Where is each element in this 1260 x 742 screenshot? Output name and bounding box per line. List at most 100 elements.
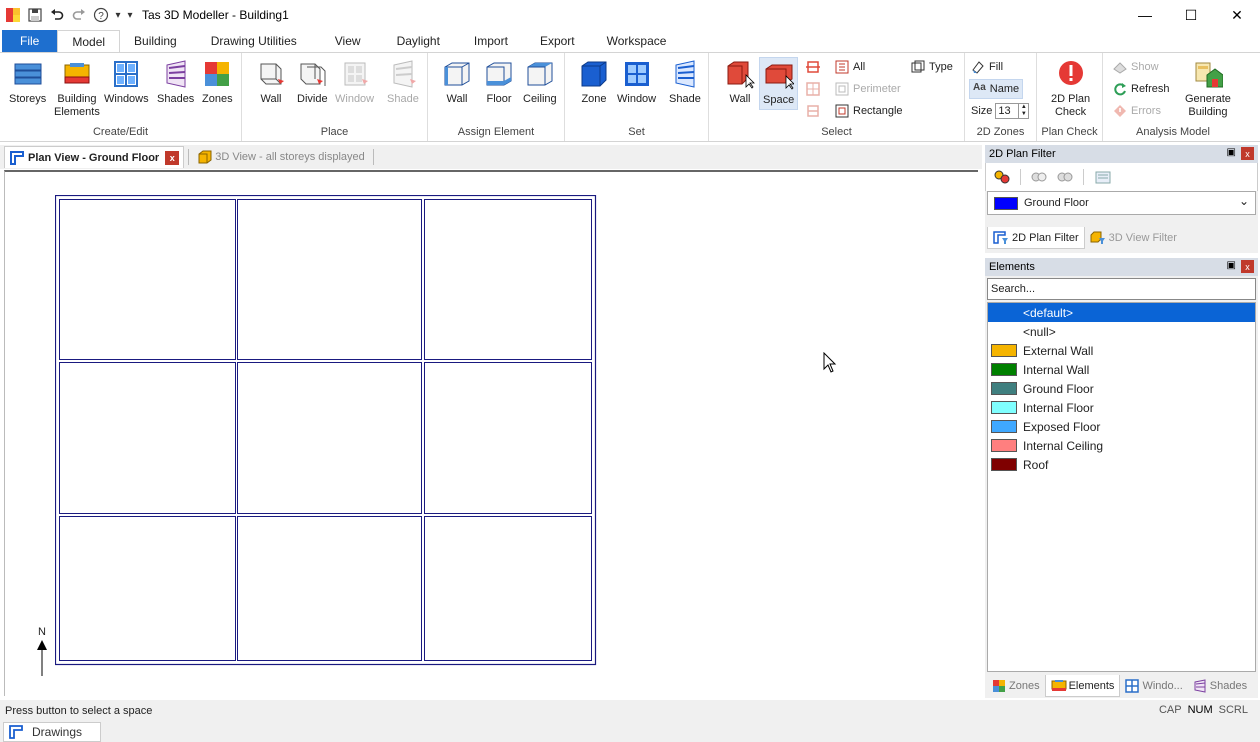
tab-2d-plan-filter[interactable]: 2D Plan Filter [987, 227, 1085, 249]
tab-export[interactable]: Export [524, 30, 591, 52]
list-item[interactable]: Roof [988, 455, 1255, 474]
select-space-button[interactable]: Space [759, 57, 799, 110]
set-zone-button[interactable]: Zone [579, 59, 609, 106]
status-bar: Press button to select a space CAP NUM S… [0, 700, 1260, 722]
tab-workspace[interactable]: Workspace [591, 30, 683, 52]
assign-floor-button[interactable]: Floor [484, 59, 514, 106]
select-perimeter-icon [835, 82, 849, 96]
filter-settings-icon[interactable] [1094, 169, 1112, 185]
pin-icon[interactable]: ▣ [1227, 260, 1236, 271]
window-taskbar: Drawings [0, 722, 1260, 742]
list-item[interactable]: Ground Floor [988, 379, 1255, 398]
app-icon[interactable] [4, 6, 22, 24]
zone-9[interactable] [424, 516, 592, 661]
assign-ceiling-button[interactable]: Ceiling [523, 59, 557, 106]
select-type-button[interactable]: Type [911, 57, 953, 77]
tab-model[interactable]: Model [57, 30, 121, 53]
tab-import[interactable]: Import [458, 30, 524, 52]
tab-3d-view[interactable]: 3D View - all storeys displayed [193, 146, 369, 168]
divide-button[interactable]: Divide [297, 59, 328, 106]
tab-3d-view-filter[interactable]: 3D View Filter [1085, 227, 1182, 249]
list-item[interactable]: Internal Floor [988, 398, 1255, 417]
drawings-button[interactable]: Drawings [3, 722, 102, 742]
size-input[interactable]: 13 [995, 103, 1020, 119]
tab-separator [188, 149, 190, 165]
tab-file[interactable]: File [2, 30, 58, 52]
size-control: Size 13 ▲ ▼ [971, 101, 1030, 121]
list-item[interactable]: Exposed Floor [988, 417, 1255, 436]
tab-zones[interactable]: Zones [987, 675, 1045, 697]
customize-qat-icon[interactable]: ▾ [126, 6, 134, 24]
place-window-button[interactable]: Window [335, 59, 374, 106]
tab-daylight[interactable]: Daylight [379, 30, 458, 52]
tab-drawing-utilities[interactable]: Drawing Utilities [191, 30, 317, 52]
errors-button[interactable]: Errors [1113, 101, 1161, 121]
maximize-button[interactable]: ☐ [1168, 0, 1214, 30]
zones-button[interactable]: Zones [202, 59, 233, 106]
select-perimeter-button[interactable]: Perimeter [835, 79, 901, 99]
select-tool-icon-2[interactable] [805, 81, 821, 97]
filter-hide-icon[interactable] [1057, 169, 1073, 185]
storey-select[interactable]: Ground Floor ⌄ [987, 191, 1256, 215]
select-tool-icon-1[interactable] [805, 59, 821, 75]
refresh-button[interactable]: Refresh [1113, 79, 1170, 99]
undo-icon[interactable] [48, 6, 66, 24]
name-button[interactable]: Aa Name [969, 79, 1024, 99]
show-button[interactable]: Show [1113, 57, 1159, 77]
size-spinner[interactable]: ▲ ▼ [1019, 103, 1030, 119]
plan-canvas[interactable]: N [4, 170, 978, 696]
filter-show-icon[interactable] [1031, 169, 1047, 185]
list-item[interactable]: Internal Ceiling [988, 436, 1255, 455]
zone-7[interactable] [59, 516, 236, 661]
floor-plan[interactable] [55, 195, 597, 666]
fill-button[interactable]: Fill [971, 57, 1003, 77]
zone-4[interactable] [59, 362, 236, 514]
storeys-button[interactable]: Storeys [9, 59, 46, 106]
close-button[interactable]: ✕ [1214, 0, 1260, 30]
select-tool-icon-3[interactable] [805, 103, 821, 119]
zone-8[interactable] [237, 516, 422, 661]
list-item[interactable]: <null> [988, 322, 1255, 341]
elements-search-input[interactable]: Search... [987, 278, 1256, 300]
select-wall-button[interactable]: Wall [725, 59, 755, 106]
windows-button[interactable]: Windows [104, 59, 149, 106]
close-panel-button[interactable]: x [1241, 260, 1254, 273]
set-shade-button[interactable]: Shade [669, 59, 701, 106]
zone-6[interactable] [424, 362, 592, 514]
close-tab-button[interactable]: x [165, 150, 180, 165]
list-item[interactable]: External Wall [988, 341, 1255, 360]
zone-3[interactable] [424, 199, 592, 360]
tab-shades[interactable]: Shades [1188, 675, 1252, 697]
ribbon-tabs: File Model Building Drawing Utilities Vi… [0, 30, 1260, 53]
list-item[interactable]: Internal Wall [988, 360, 1255, 379]
close-panel-button[interactable]: x [1241, 147, 1254, 160]
pin-icon[interactable]: ▣ [1227, 147, 1236, 158]
place-shade-button[interactable]: Shade [387, 59, 419, 106]
select-all-button[interactable]: All [835, 57, 865, 77]
tab-elements[interactable]: Elements [1044, 675, 1121, 697]
filter-colors-icon[interactable] [994, 169, 1010, 185]
help-icon[interactable]: ? [92, 6, 110, 24]
tab-plan-view[interactable]: Plan View - Ground Floor x [4, 146, 185, 168]
save-icon[interactable] [26, 6, 44, 24]
select-rectangle-button[interactable]: Rectangle [835, 101, 903, 121]
zone-2[interactable] [237, 199, 422, 360]
tab-view[interactable]: View [317, 30, 379, 52]
storeys-icon [14, 63, 42, 85]
zone-5[interactable] [237, 362, 422, 514]
set-zone-icon [581, 61, 607, 87]
set-window-button[interactable]: Window [617, 59, 656, 106]
minimize-button[interactable]: — [1122, 0, 1168, 30]
plan-check-button[interactable]: 2D Plan Check [1051, 59, 1090, 119]
building-elements-button[interactable]: Building Elements [54, 59, 100, 119]
place-wall-button[interactable]: Wall [256, 59, 286, 106]
generate-building-button[interactable]: Generate Building [1185, 59, 1231, 119]
zone-1[interactable] [59, 199, 236, 360]
redo-icon[interactable] [70, 6, 88, 24]
shades-button[interactable]: Shades [157, 59, 194, 106]
tab-windows[interactable]: Windo... [1120, 675, 1187, 697]
assign-wall-button[interactable]: Wall [442, 59, 472, 106]
help-dropdown-icon[interactable]: ▾ [114, 6, 122, 24]
tab-building[interactable]: Building [120, 30, 191, 52]
list-item[interactable]: <default> [988, 303, 1255, 322]
